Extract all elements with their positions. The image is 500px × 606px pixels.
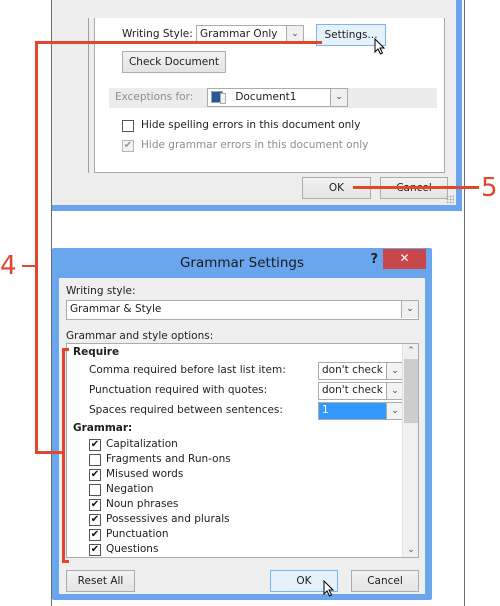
- writing-style-label: Writing style:: [66, 285, 136, 297]
- reset-all-button[interactable]: Reset All: [66, 570, 135, 592]
- require-item-label: Punctuation required with quotes:: [89, 384, 268, 396]
- grammar-option-checkbox[interactable]: [89, 484, 101, 496]
- check-icon: ✔: [90, 514, 100, 525]
- punctuation-quotes-select[interactable]: don't check ⌄: [318, 382, 404, 400]
- options-label: Grammar and style options:: [66, 330, 214, 342]
- callout-4-tick: [22, 265, 36, 267]
- proofing-options-dialog: Writing Style: Grammar Only ⌄ Settings..…: [52, 0, 462, 211]
- comma-required-select[interactable]: don't check ⌄: [318, 362, 404, 380]
- grammar-option-label: Questions: [106, 543, 159, 555]
- options-scrollbar[interactable]: ⌃ ⌄: [402, 344, 418, 557]
- callout-5-number: 5: [481, 173, 498, 203]
- word-document-icon: [211, 91, 226, 104]
- grammar-option-checkbox[interactable]: ✔: [89, 499, 101, 511]
- exceptions-select[interactable]: Document1 ⌄: [207, 88, 348, 107]
- chevron-up-icon[interactable]: ⌃: [403, 344, 418, 358]
- grammar-option-checkbox[interactable]: ✔: [89, 439, 101, 451]
- writing-style-label: Writing Style:: [122, 28, 193, 40]
- select-value: 1: [322, 404, 329, 416]
- hide-spelling-checkbox[interactable]: [122, 120, 134, 132]
- callout-4-bracket: [62, 348, 65, 563]
- grammar-option-label: Capitalization: [106, 438, 178, 450]
- require-header: Require: [73, 346, 120, 358]
- options-list[interactable]: Require Comma required before last list …: [66, 343, 419, 558]
- grammar-option-label: Possessives and plurals: [106, 513, 230, 525]
- check-icon: ✔: [123, 140, 133, 151]
- chevron-down-icon: ⌄: [401, 301, 418, 318]
- chevron-down-icon[interactable]: ⌄: [403, 543, 418, 557]
- writing-style-value: Grammar & Style: [70, 303, 162, 315]
- grammar-settings-dialog: Grammar Settings ? ✕ Writing style: Gram…: [52, 248, 432, 600]
- exceptions-value: Document1: [235, 91, 297, 103]
- writing-style-value: Grammar Only: [200, 28, 278, 40]
- close-button[interactable]: ✕: [383, 249, 426, 269]
- mouse-cursor-icon: [374, 38, 386, 55]
- hide-spelling-label: Hide spelling errors in this document on…: [141, 119, 361, 131]
- check-icon: ✔: [90, 439, 100, 450]
- grammar-option-checkbox[interactable]: ✔: [89, 529, 101, 541]
- callout-4-line-top: [36, 41, 322, 44]
- select-value: don't check: [322, 364, 383, 376]
- hide-grammar-label: Hide grammar errors in this document onl…: [141, 139, 369, 151]
- check-icon: ✔: [90, 529, 100, 540]
- select-value: don't check: [322, 384, 383, 396]
- grammar-header: Grammar:: [73, 422, 133, 434]
- require-item-label: Spaces required between sentences:: [89, 404, 283, 416]
- grammar-option-label: Negation: [106, 483, 154, 495]
- check-icon: ✔: [90, 499, 100, 510]
- chevron-down-icon: ⌄: [330, 89, 347, 106]
- cancel-button[interactable]: Cancel: [351, 570, 419, 592]
- dialog-body: Writing style: Grammar & Style ⌄ Grammar…: [59, 278, 425, 594]
- mouse-cursor-icon: [323, 580, 335, 597]
- grammar-option-checkbox[interactable]: [89, 454, 101, 466]
- spaces-between-sentences-select[interactable]: 1 ⌄: [318, 402, 404, 420]
- callout-5-line: [353, 186, 479, 189]
- close-icon: ✕: [399, 251, 410, 265]
- grammar-option-label: Noun phrases: [106, 498, 179, 510]
- grammar-option-checkbox[interactable]: ✔: [89, 514, 101, 526]
- callout-4-number: 4: [0, 251, 17, 281]
- exceptions-label: Exceptions for:: [115, 91, 194, 103]
- resize-grip[interactable]: [446, 195, 454, 203]
- grammar-option-label: Punctuation: [106, 528, 169, 540]
- grammar-option-checkbox[interactable]: ✔: [89, 469, 101, 481]
- grammar-option-checkbox[interactable]: ✔: [89, 544, 101, 556]
- check-icon: ✔: [90, 469, 100, 480]
- callout-4-bracket-top: [62, 348, 69, 351]
- callout-4-line-vertical: [35, 41, 38, 454]
- grammar-option-label: Fragments and Run-ons: [106, 453, 231, 465]
- grammar-option-label: Misused words: [106, 468, 184, 480]
- writing-style-select[interactable]: Grammar & Style ⌄: [66, 300, 419, 320]
- hide-grammar-checkbox[interactable]: ✔: [122, 140, 134, 152]
- help-icon[interactable]: ?: [370, 252, 378, 267]
- check-icon: ✔: [90, 544, 100, 555]
- callout-4-bracket-bottom: [62, 560, 69, 563]
- callout-4-line-connector: [35, 451, 64, 454]
- check-document-button[interactable]: Check Document: [122, 51, 226, 73]
- scroll-thumb[interactable]: [404, 359, 418, 423]
- require-item-label: Comma required before last list item:: [89, 364, 286, 376]
